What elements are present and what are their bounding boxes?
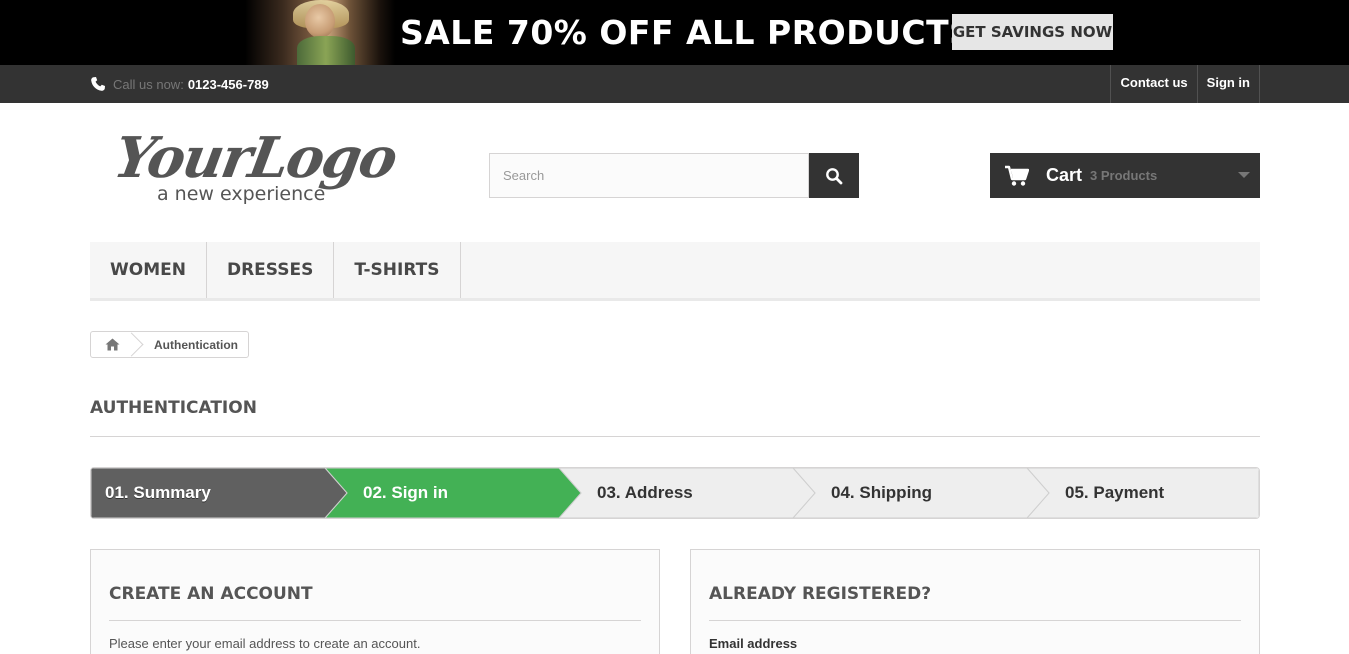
promo-banner[interactable]: SALE 70% OFF ALL PRODUCTS GET SAVINGS NO… [0,0,1349,65]
search-icon [826,167,843,184]
cart-block[interactable]: Cart 3 Products [990,153,1260,198]
login-title: ALREADY REGISTERED? [709,584,1241,621]
phone-icon [91,77,105,91]
header-user-links: Contact us Sign in [1110,65,1260,103]
shop-logo[interactable]: YourLogo a new experience [109,125,401,210]
menu-item-tshirts[interactable]: T-SHIRTS [334,242,461,298]
login-box: ALREADY REGISTERED? Email address [690,549,1260,654]
cart-label: Cart [1046,165,1083,185]
banner-headline: SALE 70% OFF ALL PRODUCTS [400,13,974,52]
step-payment: 05. Payment [1065,483,1165,502]
cart-quantity: 3 Products [1090,168,1158,183]
logo-tagline: a new experience [157,183,326,205]
top-nav-bar: Call us now: 0123-456-789 Contact us Sig… [0,65,1349,103]
home-icon [105,338,119,351]
step-shipping: 04. Shipping [831,483,933,502]
order-steps: 01. Summary 02. Sign in 03. Address 04. … [90,467,1260,519]
call-us-label: Call us now: [113,76,184,92]
step-address: 03. Address [597,483,693,502]
banner-model-image [245,0,395,65]
create-account-box: CREATE AN ACCOUNT Please enter your emai… [90,549,660,654]
create-account-instructions: Please enter your email address to creat… [109,636,421,651]
menu-item-women[interactable]: WOMEN [90,242,207,298]
chevron-down-icon[interactable] [1238,172,1250,178]
get-savings-button[interactable]: GET SAVINGS NOW [952,14,1113,50]
email-label: Email address [709,636,798,651]
call-us: Call us now: 0123-456-789 [90,65,269,103]
search-input[interactable] [489,153,809,198]
search-button[interactable] [809,153,859,198]
breadcrumb-home[interactable] [91,332,133,357]
breadcrumb: Authentication [90,331,249,358]
create-account-title: CREATE AN ACCOUNT [109,584,641,621]
search-form [489,153,859,198]
page-title: AUTHENTICATION [90,398,1260,437]
sign-in-link[interactable]: Sign in [1196,65,1260,103]
phone-number: 0123-456-789 [187,76,269,92]
shopping-cart-icon [1005,165,1029,186]
contact-us-link[interactable]: Contact us [1110,65,1196,103]
logo-wordmark: YourLogo [109,125,401,191]
breadcrumb-current: Authentication [154,337,238,352]
menu-item-dresses[interactable]: DRESSES [207,242,335,298]
step-summary[interactable]: 01. Summary [105,468,211,518]
step-sign-in[interactable]: 02. Sign in [363,468,448,518]
main-menu: WOMEN DRESSES T-SHIRTS [90,242,1260,301]
